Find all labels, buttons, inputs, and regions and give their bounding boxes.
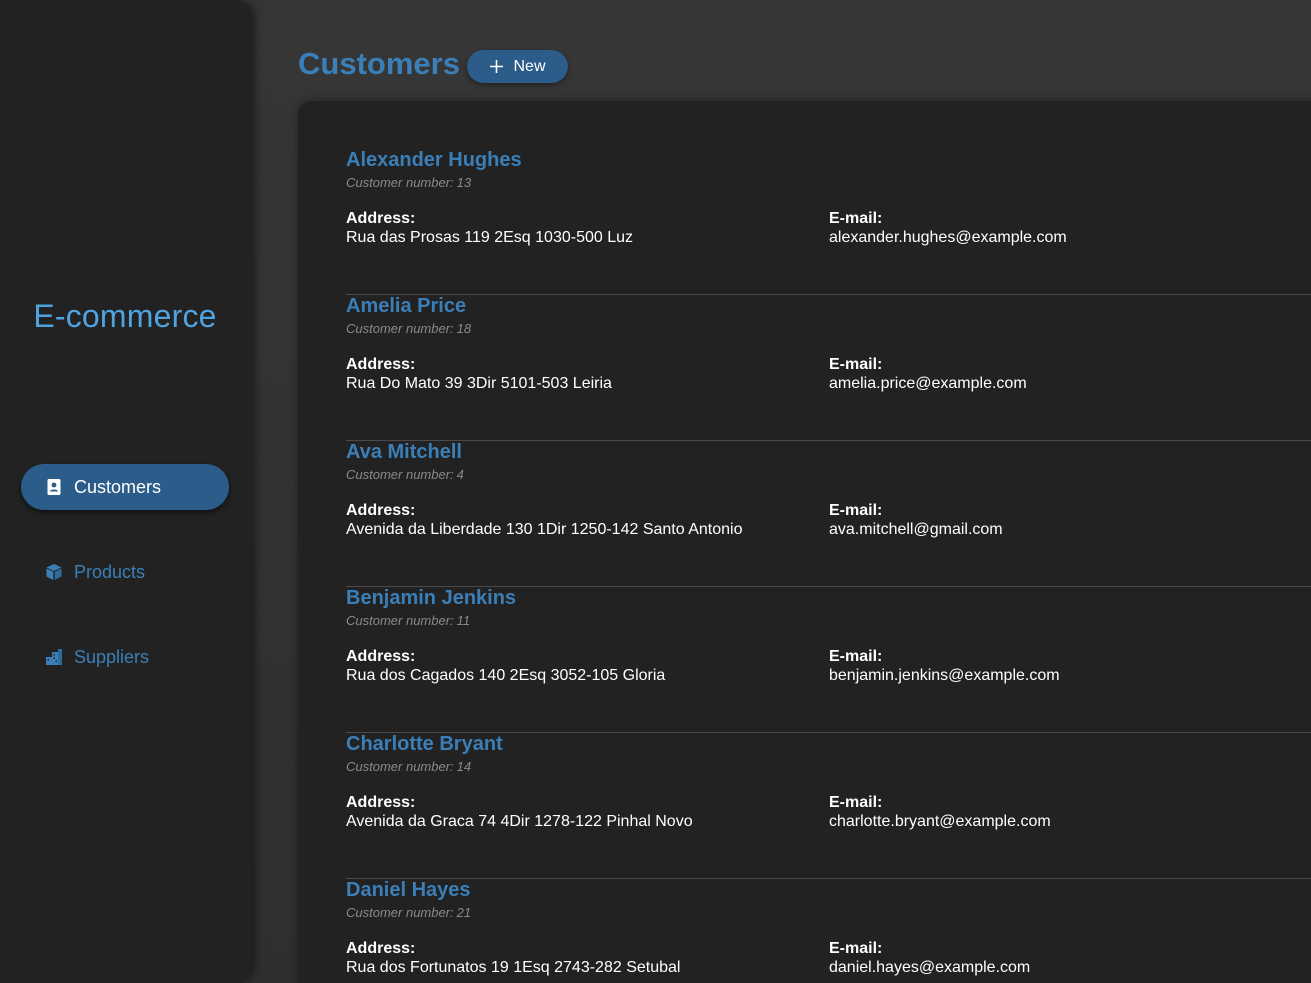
- address-value: Avenida da Liberdade 130 1Dir 1250-142 S…: [346, 521, 743, 538]
- email-value: amelia.price@example.com: [829, 375, 1027, 392]
- customer-number-label: Customer number:: [346, 613, 454, 628]
- address-value: Rua das Prosas 119 2Esq 1030-500 Luz: [346, 229, 634, 246]
- plus-icon: [490, 60, 504, 73]
- customer-name[interactable]: Daniel Hayes: [346, 879, 471, 902]
- customer-number-value: 4: [456, 467, 464, 482]
- sidebar-item-label: Suppliers: [74, 646, 150, 667]
- address-label: Address:: [346, 210, 416, 227]
- customer-card: Charlotte Bryant Customer number: 14 Addr…: [346, 733, 1311, 879]
- customer-number-value: 11: [456, 613, 471, 628]
- customer-card: Amelia Price Customer number: 18 Address:…: [346, 295, 1311, 441]
- address-value: Avenida da Graca 74 4Dir 1278-122 Pinhal…: [346, 813, 693, 830]
- customer-number-value: 21: [456, 905, 472, 920]
- customer-number-value: 13: [456, 175, 472, 190]
- new-customer-button[interactable]: New: [467, 50, 568, 83]
- email-value: charlotte.bryant@example.com: [829, 813, 1051, 830]
- customer-number-label: Customer number:: [346, 467, 454, 482]
- page-title: Customers: [298, 46, 460, 81]
- sidebar: E-commerce Customers Products Suppliers: [0, 0, 252, 983]
- customer-number: Customer number: 14: [346, 759, 471, 774]
- customer-number: Customer number: 18: [346, 321, 471, 336]
- customer-card: Ava Mitchell Customer number: 4 Address: …: [346, 441, 1311, 587]
- customer-number: Customer number: 21: [346, 905, 471, 920]
- customer-number-value: 18: [456, 321, 472, 336]
- address-label: Address:: [346, 356, 416, 373]
- address-value: Rua dos Cagados 140 2Esq 3052-105 Gloria: [346, 667, 666, 684]
- contact-card-icon: [47, 479, 61, 495]
- customer-number-label: Customer number:: [346, 175, 454, 190]
- customer-name[interactable]: Charlotte Bryant: [346, 733, 503, 756]
- customer-card: Alexander Hughes Customer number: 13 Addr…: [346, 149, 1311, 295]
- email-label: E-mail:: [829, 356, 883, 373]
- email-label: E-mail:: [829, 502, 883, 519]
- email-label: E-mail:: [829, 794, 883, 811]
- email-value: daniel.hayes@example.com: [829, 959, 1031, 976]
- address-value: Rua Do Mato 39 3Dir 5101-503 Leiria: [346, 375, 612, 392]
- customer-list-panel: Alexander Hughes Customer number: 13 Addr…: [298, 101, 1311, 983]
- box-icon: [46, 564, 62, 580]
- sidebar-item-label: Products: [74, 561, 146, 582]
- customer-name[interactable]: Benjamin Jenkins: [346, 587, 516, 610]
- email-label: E-mail:: [829, 648, 883, 665]
- email-value: ava.mitchell@gmail.com: [829, 521, 1003, 538]
- email-value: alexander.hughes@example.com: [829, 229, 1067, 246]
- sidebar-item-products[interactable]: Products: [21, 549, 229, 595]
- customer-card: Benjamin Jenkins Customer number: 11 Addr…: [346, 587, 1311, 733]
- customer-number: Customer number: 4: [346, 467, 464, 482]
- email-value: benjamin.jenkins@example.com: [829, 667, 1060, 684]
- new-button-label: New: [513, 57, 546, 75]
- sidebar-item-customers[interactable]: Customers: [21, 464, 229, 510]
- customer-number-label: Customer number:: [346, 905, 454, 920]
- customer-name[interactable]: Ava Mitchell: [346, 441, 462, 464]
- address-label: Address:: [346, 502, 416, 519]
- address-label: Address:: [346, 794, 416, 811]
- customer-number-value: 14: [456, 759, 472, 774]
- customer-card: Daniel Hayes Customer number: 21 Address:…: [346, 879, 1311, 983]
- sidebar-item-label: Customers: [74, 476, 162, 497]
- email-label: E-mail:: [829, 940, 883, 957]
- customer-number-label: Customer number:: [346, 321, 454, 336]
- customer-name[interactable]: Alexander Hughes: [346, 149, 522, 172]
- email-label: E-mail:: [829, 210, 883, 227]
- customer-name[interactable]: Amelia Price: [346, 295, 466, 318]
- sidebar-item-suppliers[interactable]: Suppliers: [21, 634, 229, 680]
- app-window: E-commerce Customers Products Suppliers …: [0, 0, 1311, 983]
- brand-title: E-commerce: [33, 298, 217, 334]
- customer-list: Alexander Hughes Customer number: 13 Addr…: [346, 149, 1311, 983]
- address-label: Address:: [346, 940, 416, 957]
- address-label: Address:: [346, 648, 416, 665]
- buildings-icon: [46, 649, 62, 665]
- address-value: Rua dos Fortunatos 19 1Esq 2743-282 Setu…: [346, 959, 681, 976]
- customer-number-label: Customer number:: [346, 759, 454, 774]
- customer-number: Customer number: 13: [346, 175, 471, 190]
- customer-number: Customer number: 11: [346, 613, 470, 628]
